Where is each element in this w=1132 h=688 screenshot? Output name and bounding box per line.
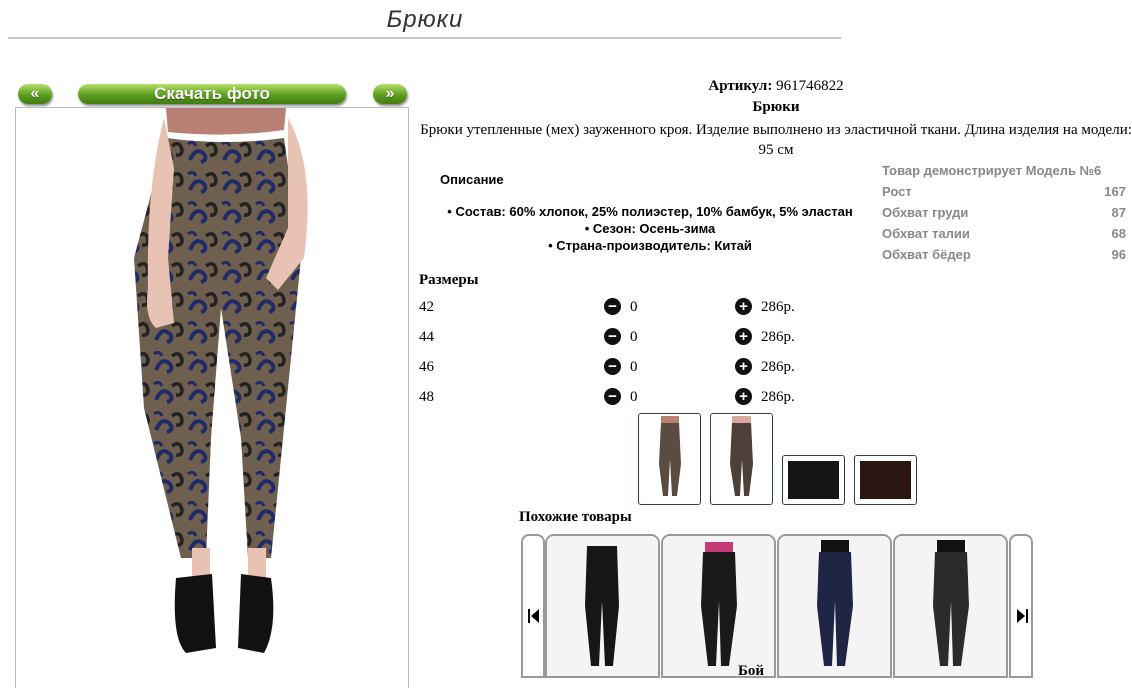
sizes-heading: Размеры	[419, 272, 479, 288]
size-price: 286р.	[761, 359, 795, 375]
size-row: 42 − 0 + 286р.	[419, 298, 839, 321]
description-list: • Состав: 60% хлопок, 25% полиэстер, 10%…	[420, 203, 880, 254]
model-row-value: 68	[1111, 226, 1126, 241]
size-quantity: 0	[630, 389, 638, 405]
similar-product-card[interactable]	[777, 534, 892, 678]
trousers-photo-illustration	[134, 108, 308, 653]
model-parameters: Товар демонстрирует Модель №6 Рост 167 Об…	[882, 160, 1126, 265]
minus-icon[interactable]: −	[604, 388, 621, 405]
product-name: Брюки	[752, 99, 800, 115]
thumbnail-fabric-black	[788, 461, 839, 499]
plus-icon[interactable]: +	[735, 328, 752, 345]
model-row-value: 87	[1111, 205, 1126, 220]
model-row-value: 96	[1111, 247, 1126, 262]
description-heading: Описание	[440, 172, 504, 187]
thumbnail-trousers-front	[659, 416, 681, 496]
similar-product-card[interactable]	[893, 534, 1008, 678]
size-quantity: 0	[630, 299, 638, 315]
similar-product-image	[547, 536, 658, 676]
size-quantity: 0	[630, 359, 638, 375]
minus-icon[interactable]: −	[604, 328, 621, 345]
size-price: 286р.	[761, 299, 795, 315]
photo-thumbnail[interactable]	[854, 455, 917, 505]
product-description: Брюки утепленные (мех) зауженного кроя. …	[420, 122, 1132, 158]
model-row-label: Рост	[882, 184, 912, 199]
skip-back-icon	[528, 609, 539, 623]
model-row-value: 167	[1104, 184, 1126, 199]
size-label: 42	[419, 299, 434, 315]
minus-icon[interactable]: −	[604, 358, 621, 375]
size-price: 286р.	[761, 329, 795, 345]
description-item: • Сезон: Осень-зима	[584, 221, 716, 236]
model-row-label: Обхват талии	[882, 226, 970, 241]
thumbnail-trousers-back	[730, 416, 753, 496]
photo-thumbnail[interactable]	[710, 413, 773, 505]
similar-product-image	[779, 536, 890, 676]
description-item: • Состав: 60% хлопок, 25% полиэстер, 10%…	[447, 204, 853, 219]
carousel-next-button[interactable]	[1009, 534, 1033, 678]
model-heading: Товар демонстрирует Модель №6	[882, 163, 1102, 178]
page-title: Брюки	[386, 6, 464, 33]
size-quantity: 0	[630, 329, 638, 345]
thumbnail-fabric-brown	[860, 461, 911, 499]
model-row-label: Обхват груди	[882, 205, 969, 220]
main-product-photo[interactable]	[15, 107, 409, 688]
minus-icon[interactable]: −	[604, 298, 621, 315]
size-row: 48 − 0 + 286р.	[419, 388, 839, 411]
similar-products-heading: Похожие товары	[519, 509, 632, 525]
model-row: Обхват талии 68	[882, 223, 1126, 244]
similar-products-carousel	[521, 534, 1033, 678]
photo-thumbnail[interactable]	[782, 455, 845, 505]
previous-photo-button[interactable]: «	[18, 84, 52, 104]
size-price: 286р.	[761, 389, 795, 405]
similar-product-image	[663, 536, 774, 676]
model-row: Рост 167	[882, 181, 1126, 202]
similar-product-card[interactable]	[545, 534, 660, 678]
download-photo-button[interactable]: Скачать фото	[78, 84, 346, 104]
similar-product-image	[895, 536, 1006, 676]
size-row: 44 − 0 + 286р.	[419, 328, 839, 351]
plus-icon[interactable]: +	[735, 358, 752, 375]
size-row: 46 − 0 + 286р.	[419, 358, 839, 381]
article-label: Артикул:	[708, 78, 773, 94]
size-label: 46	[419, 359, 434, 375]
similar-product-card[interactable]	[661, 534, 776, 678]
size-label: 48	[419, 389, 434, 405]
size-label: 44	[419, 329, 434, 345]
model-row: Обхват груди 87	[882, 202, 1126, 223]
photo-thumbnail[interactable]	[638, 413, 701, 505]
next-photo-button[interactable]: »	[373, 84, 407, 104]
carousel-prev-button[interactable]	[521, 534, 545, 678]
skip-forward-icon	[1017, 609, 1028, 623]
article-line: Артикул: 961746822	[420, 78, 1132, 95]
model-row: Обхват бёдер 96	[882, 244, 1126, 265]
title-divider	[8, 37, 841, 39]
plus-icon[interactable]: +	[735, 298, 752, 315]
description-item: • Страна-производитель: Китай	[548, 238, 752, 253]
model-row-label: Обхват бёдер	[882, 247, 971, 262]
plus-icon[interactable]: +	[735, 388, 752, 405]
article-number: 961746822	[776, 78, 844, 94]
